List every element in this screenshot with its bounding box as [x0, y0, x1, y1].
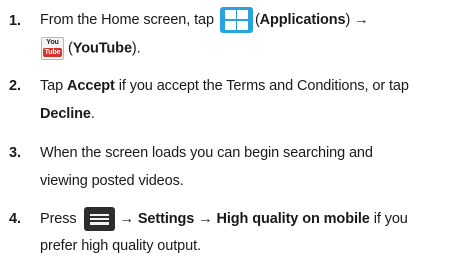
step-1-line-2: You Tube (YouTube). [40, 37, 141, 60]
step-3-line-2: viewing posted videos. [40, 173, 184, 189]
youtube-icon: You Tube [41, 37, 64, 60]
step-number: 3. [9, 145, 21, 161]
menu-key-icon [83, 207, 115, 231]
step-4-line-2: prefer high quality output. [40, 238, 201, 254]
step-3-line-1: When the screen loads you can begin sear… [40, 145, 373, 161]
step-2-line-1: Tap Accept if you accept the Terms and C… [40, 78, 409, 94]
step-2-line-2: Decline. [40, 106, 95, 122]
step-4-line-1: Press → Settings → High quality on mobil… [40, 207, 408, 231]
step-number: 4. [9, 211, 21, 227]
step-1-line-1: From the Home screen, tap (Applications)… [40, 7, 369, 33]
applications-icon [219, 7, 253, 33]
step-number: 1. [9, 13, 21, 29]
step-number: 2. [9, 78, 21, 94]
